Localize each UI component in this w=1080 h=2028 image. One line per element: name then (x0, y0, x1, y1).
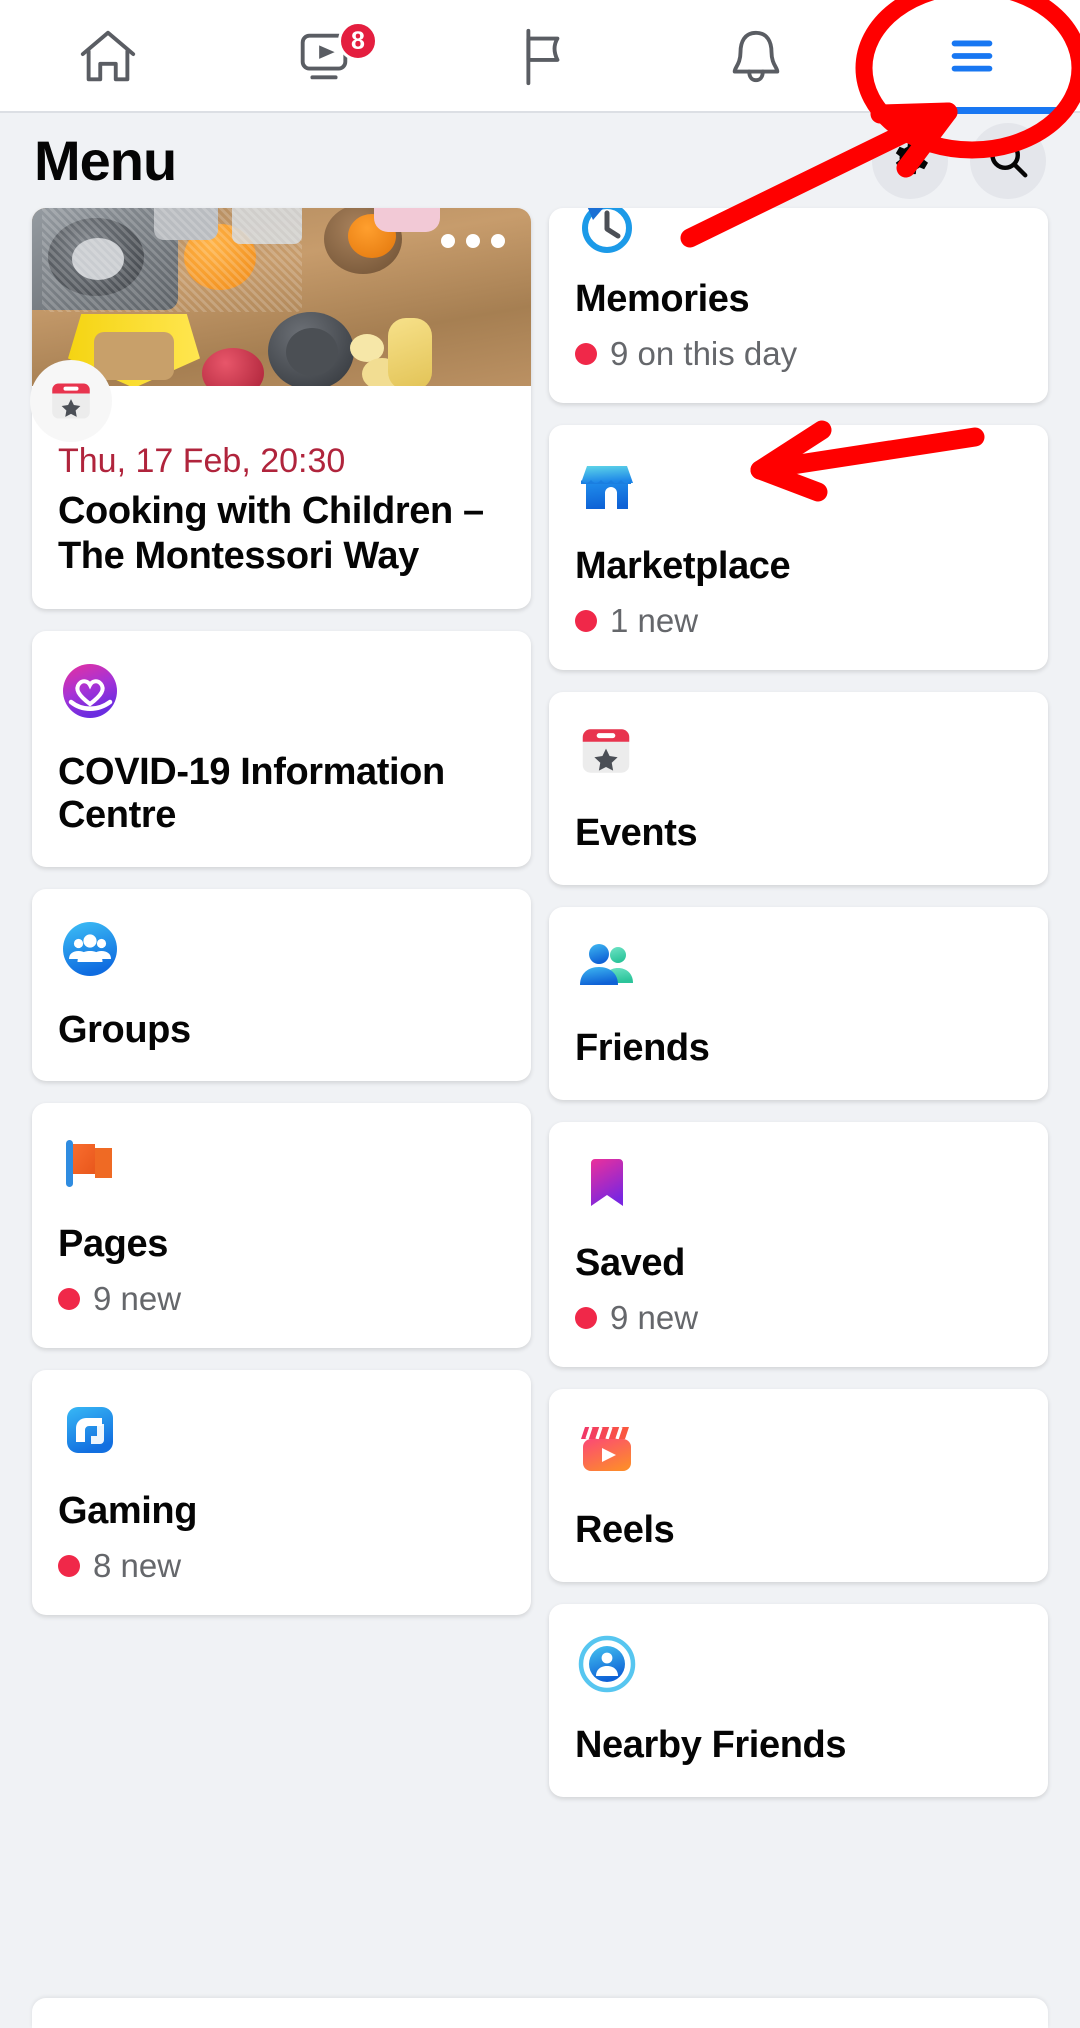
bottom-card-strip (32, 1998, 1048, 2028)
friends-people-icon (575, 935, 1022, 1007)
more-options-icon[interactable] (441, 234, 505, 248)
event-date: Thu, 17 Feb, 20:30 (58, 442, 346, 480)
menu-card-friends[interactable]: Friends (549, 906, 1048, 1100)
menu-card-pages[interactable]: Pages 9 new (32, 1103, 531, 1349)
menu-card-subtext-row: 9 on this day (575, 335, 1022, 373)
menu-card-subtext-row: 9 new (575, 1299, 1022, 1337)
menu-card-label: Gaming (58, 1490, 198, 1533)
menu-card-subtext-row: 8 new (58, 1547, 505, 1585)
search-button[interactable] (970, 122, 1046, 199)
menu-card-label: Memories (575, 278, 750, 320)
new-indicator-dot (58, 1555, 80, 1578)
menu-card-subtext: 1 new (610, 601, 699, 639)
menu-card-memories[interactable]: Memories 9 on this day (549, 208, 1048, 403)
menu-card-label: Pages (58, 1223, 168, 1266)
menu-card-gaming[interactable]: Gaming 8 new (32, 1370, 531, 1616)
menu-grid: Thu, 17 Feb, 20:30 Cooking with Children… (0, 208, 1080, 1797)
menu-card-label: Friends (575, 1026, 710, 1069)
menu-card-label: Saved (575, 1241, 685, 1284)
saved-bookmark-icon (575, 1150, 1022, 1222)
menu-card-subtext-row: 1 new (575, 602, 1022, 640)
new-indicator-dot (575, 342, 597, 365)
event-photo (32, 208, 531, 386)
covid-heart-icon (58, 659, 505, 731)
search-icon (985, 135, 1031, 186)
menu-card-subtext: 8 new (93, 1547, 182, 1585)
event-calendar-star-icon (30, 360, 112, 442)
menu-card-label: COVID-19 Information Centre (58, 750, 445, 836)
right-column: Memories 9 on this day Marketplace 1 new… (549, 208, 1048, 1797)
header-actions (872, 122, 1046, 199)
home-tab[interactable] (0, 0, 216, 112)
events-calendar-icon (575, 720, 1022, 792)
groups-people-icon (58, 917, 505, 989)
menu-card-saved[interactable]: Saved 9 new (549, 1121, 1048, 1367)
video-tab[interactable]: 8 (216, 0, 432, 112)
facebook-menu-screen: 8 Menu Thu, 17 Feb, 20:30 Cooking with C… (0, 0, 1080, 2028)
reels-clapper-icon (575, 1417, 1022, 1489)
menu-card-label: Reels (575, 1508, 675, 1551)
menu-card-label: Marketplace (575, 544, 791, 587)
new-indicator-dot (575, 1306, 597, 1329)
new-indicator-dot (575, 609, 597, 632)
gear-icon (887, 135, 933, 186)
menu-card-groups[interactable]: Groups (32, 888, 531, 1082)
new-indicator-dot (58, 1288, 80, 1311)
menu-card-subtext: 9 on this day (610, 334, 798, 372)
menu-card-marketplace[interactable]: Marketplace 1 new (549, 424, 1048, 670)
flag-icon (509, 25, 571, 87)
menu-header: Menu (0, 113, 1080, 208)
home-icon (77, 25, 139, 87)
menu-card-subtext: 9 new (610, 1298, 699, 1336)
left-column: Thu, 17 Feb, 20:30 Cooking with Children… (30, 208, 531, 1616)
page-title: Menu (34, 129, 177, 192)
menu-tab[interactable] (864, 0, 1080, 112)
menu-card-subtext: 9 new (93, 1280, 182, 1318)
video-tab-badge: 8 (338, 21, 378, 61)
pages-feed-tab[interactable] (432, 0, 648, 112)
memories-clock-icon (575, 208, 1022, 260)
menu-card-reels[interactable]: Reels (549, 1388, 1048, 1582)
menu-card-label: Nearby Friends (575, 1723, 847, 1766)
event-card[interactable]: Thu, 17 Feb, 20:30 Cooking with Children… (30, 208, 531, 609)
marketplace-shop-icon (575, 453, 1022, 525)
hamburger-menu-icon (941, 25, 1003, 87)
settings-button[interactable] (872, 122, 948, 199)
nearby-friends-icon (575, 1632, 1022, 1704)
menu-card-covid-19-information-centre[interactable]: COVID-19 Information Centre (32, 630, 531, 867)
menu-card-label: Groups (58, 1008, 191, 1051)
menu-card-events[interactable]: Events (549, 691, 1048, 885)
notifications-tab[interactable] (648, 0, 864, 112)
menu-card-nearby-friends[interactable]: Nearby Friends (549, 1603, 1048, 1797)
event-title: Cooking with Children – The Montessori W… (58, 490, 484, 577)
pages-flag-icon (58, 1131, 505, 1203)
bell-icon (725, 25, 787, 87)
top-navigation-bar: 8 (0, 0, 1080, 113)
gaming-controller-icon (58, 1398, 505, 1470)
menu-card-label: Events (575, 811, 698, 854)
menu-card-subtext-row: 9 new (58, 1280, 505, 1318)
